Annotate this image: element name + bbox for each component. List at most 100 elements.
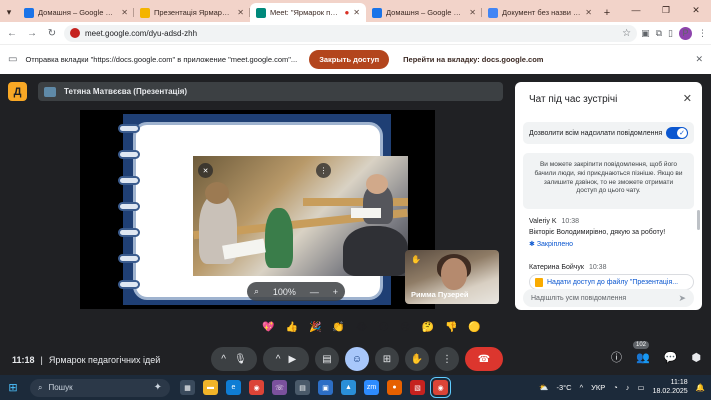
close-tab-icon[interactable]: ✕ bbox=[121, 8, 128, 17]
participant-tile[interactable]: ✋ Римма Пузерей bbox=[405, 250, 499, 304]
extensions-puzzle-icon[interactable]: ⧉ bbox=[656, 28, 662, 39]
slides-file-icon bbox=[535, 277, 543, 287]
chat-icon[interactable]: 💬 bbox=[664, 351, 678, 364]
browser-tab-2[interactable]: Презентація Ярмарок п ✕ bbox=[134, 3, 250, 22]
allow-messages-label: Дозволити всім надсилати повідомлення bbox=[529, 129, 663, 137]
emoji-button[interactable]: ☺ bbox=[345, 347, 369, 371]
address-bar[interactable]: meet.google.com/dyu-adsd-zhh ☆ bbox=[64, 24, 638, 42]
camera-icon[interactable]: ▶ bbox=[289, 354, 297, 365]
chevron-up-icon[interactable]: ^ bbox=[276, 354, 281, 365]
more-options-button[interactable]: ⋮ bbox=[435, 347, 459, 371]
share-screen-icon: ▭ bbox=[8, 54, 18, 65]
stop-sharing-button[interactable]: Закрыть доступ bbox=[309, 50, 390, 69]
firefox-icon[interactable]: ● bbox=[387, 380, 402, 395]
chrome-active-icon[interactable]: ◉ bbox=[430, 377, 451, 398]
muted-pin-icon[interactable]: ✕ bbox=[198, 163, 213, 178]
sidebar-icon[interactable]: ▯ bbox=[668, 28, 673, 39]
chrome-icon[interactable]: ◉ bbox=[249, 380, 264, 395]
meet-bottom-bar: 11:18 | Ярмарок педагогічних ідей ^ 🎙 ^ … bbox=[0, 340, 711, 375]
reload-icon[interactable]: ↻ bbox=[44, 25, 60, 41]
tab-search-icon[interactable]: ▾ bbox=[0, 3, 18, 22]
bookmark-star-icon[interactable]: ☆ bbox=[622, 28, 631, 39]
chat-input[interactable] bbox=[531, 294, 671, 302]
present-button[interactable]: ⊞ bbox=[375, 347, 399, 371]
reaction-surprised[interactable]: 😮 bbox=[379, 322, 389, 333]
activities-icon[interactable]: ⬢ bbox=[691, 351, 701, 364]
reaction-thumbs-down[interactable]: 👎 bbox=[445, 322, 457, 333]
microphone-icon[interactable]: 🎙 bbox=[234, 354, 247, 365]
browser-tab-1[interactable]: Домашня – Google Диск ✕ bbox=[18, 3, 134, 22]
taskbar-clock[interactable]: 11:18 18.02.2025 bbox=[653, 379, 688, 395]
clock-date: 18.02.2025 bbox=[652, 387, 688, 395]
forward-icon[interactable]: → bbox=[24, 25, 40, 41]
tile-more-options-icon[interactable]: ⋮ bbox=[316, 163, 331, 178]
tray-chevron-icon[interactable]: ^ bbox=[580, 383, 584, 392]
reaction-party[interactable]: 🎉 bbox=[309, 322, 321, 333]
pinned-status[interactable]: ✱ Закріплено bbox=[529, 240, 694, 248]
search-label: Пошук bbox=[48, 383, 73, 392]
file-explorer-icon[interactable]: ▬ bbox=[203, 380, 218, 395]
camera-control[interactable]: ^ ▶ bbox=[263, 347, 309, 371]
site-info-icon[interactable] bbox=[70, 28, 80, 38]
viber-icon[interactable]: ☏ bbox=[272, 380, 287, 395]
back-icon[interactable]: ← bbox=[4, 25, 20, 41]
taskbar-search[interactable]: ⌕ Пошук ✦ bbox=[30, 378, 170, 397]
zoom-out-icon[interactable]: — bbox=[310, 287, 319, 297]
reaction-sad[interactable]: 😢 bbox=[400, 322, 410, 333]
chat-scrollbar[interactable] bbox=[697, 210, 700, 230]
reaction-clap[interactable]: 👏 bbox=[332, 322, 344, 333]
maximize-icon[interactable]: ❐ bbox=[651, 0, 681, 20]
store-icon[interactable]: ▣ bbox=[318, 380, 333, 395]
zoom-icon[interactable]: zm bbox=[364, 380, 379, 395]
zoom-search-icon[interactable]: ⌕ bbox=[254, 286, 259, 297]
volume-icon[interactable]: ♪ bbox=[626, 383, 630, 392]
copilot-sparkle-icon: ✦ bbox=[153, 382, 162, 393]
edge-icon[interactable]: e bbox=[226, 380, 241, 395]
close-infobar-icon[interactable]: ✕ bbox=[695, 54, 703, 65]
people-button[interactable]: 102 👥 bbox=[632, 340, 650, 364]
task-view-icon[interactable]: ▦ bbox=[180, 380, 195, 395]
close-window-icon[interactable]: ✕ bbox=[681, 0, 711, 20]
file-link[interactable]: Надати доступ до файлу "Презентація... bbox=[529, 274, 694, 290]
lang-indicator[interactable]: УКР bbox=[591, 383, 605, 392]
calculator-icon[interactable]: ▤ bbox=[295, 380, 310, 395]
allow-messages-row: Дозволити всім надсилати повідомлення bbox=[523, 122, 694, 144]
close-chat-icon[interactable]: ✕ bbox=[683, 92, 692, 105]
reaction-laugh[interactable]: 😂 bbox=[356, 322, 368, 333]
chevron-up-icon[interactable]: ^ bbox=[221, 354, 226, 365]
message-text: Вікторіє Володимирівно, дякую за роботу! bbox=[529, 229, 666, 236]
browser-tab-3[interactable]: Meet: "Ярмарок педаго ● ✕ bbox=[250, 3, 366, 22]
zoom-in-icon[interactable]: + bbox=[333, 287, 338, 297]
menu-kebab-icon[interactable]: ⋮ bbox=[698, 28, 707, 39]
close-tab-icon[interactable]: ✕ bbox=[469, 8, 476, 17]
captions-button[interactable]: ▤ bbox=[315, 347, 339, 371]
mic-control[interactable]: ^ 🎙 bbox=[211, 347, 257, 371]
profile-avatar[interactable]: P bbox=[679, 26, 692, 40]
extension-icon[interactable]: ▣ bbox=[641, 28, 650, 39]
start-windows-icon[interactable]: ⊞ bbox=[2, 381, 24, 394]
close-tab-icon[interactable]: ✕ bbox=[237, 8, 244, 17]
presenter-label: Тетяна Матвєєва (Презентація) bbox=[64, 87, 188, 96]
notifications-bell-icon[interactable]: 🔔 bbox=[696, 383, 705, 392]
wifi-icon[interactable]: ◔ bbox=[613, 383, 618, 392]
close-tab-icon[interactable]: ✕ bbox=[585, 8, 592, 17]
reaction-thinking[interactable]: 🤔 bbox=[421, 322, 433, 333]
reaction-skin-tone[interactable]: 🟡 bbox=[468, 322, 480, 333]
battery-icon[interactable]: ▭ bbox=[638, 383, 645, 392]
allow-messages-toggle[interactable] bbox=[666, 127, 688, 139]
browser-tab-5[interactable]: Документ без назви - Goo ✕ bbox=[482, 3, 598, 22]
weather-icon[interactable]: ⛅ bbox=[539, 383, 548, 392]
minimize-icon[interactable]: — bbox=[621, 0, 651, 20]
new-tab-button[interactable]: + bbox=[598, 3, 616, 22]
go-to-tab-button[interactable]: Перейти на вкладку: docs.google.com bbox=[403, 55, 543, 64]
close-tab-icon[interactable]: ✕ bbox=[353, 8, 360, 17]
send-icon[interactable]: ➤ bbox=[678, 293, 686, 304]
photos-icon[interactable]: ▲ bbox=[341, 380, 356, 395]
pdf-icon[interactable]: ▧ bbox=[410, 380, 425, 395]
browser-tab-4[interactable]: Домашня – Google Диск ✕ bbox=[366, 3, 482, 22]
raise-hand-button[interactable]: ✋ bbox=[405, 347, 429, 371]
reaction-thumbs-up[interactable]: 👍 bbox=[285, 322, 297, 333]
leave-call-button[interactable]: ☎ bbox=[465, 347, 503, 371]
reaction-heart[interactable]: 💖 bbox=[262, 322, 274, 333]
info-icon[interactable]: ⓘ bbox=[611, 349, 622, 365]
